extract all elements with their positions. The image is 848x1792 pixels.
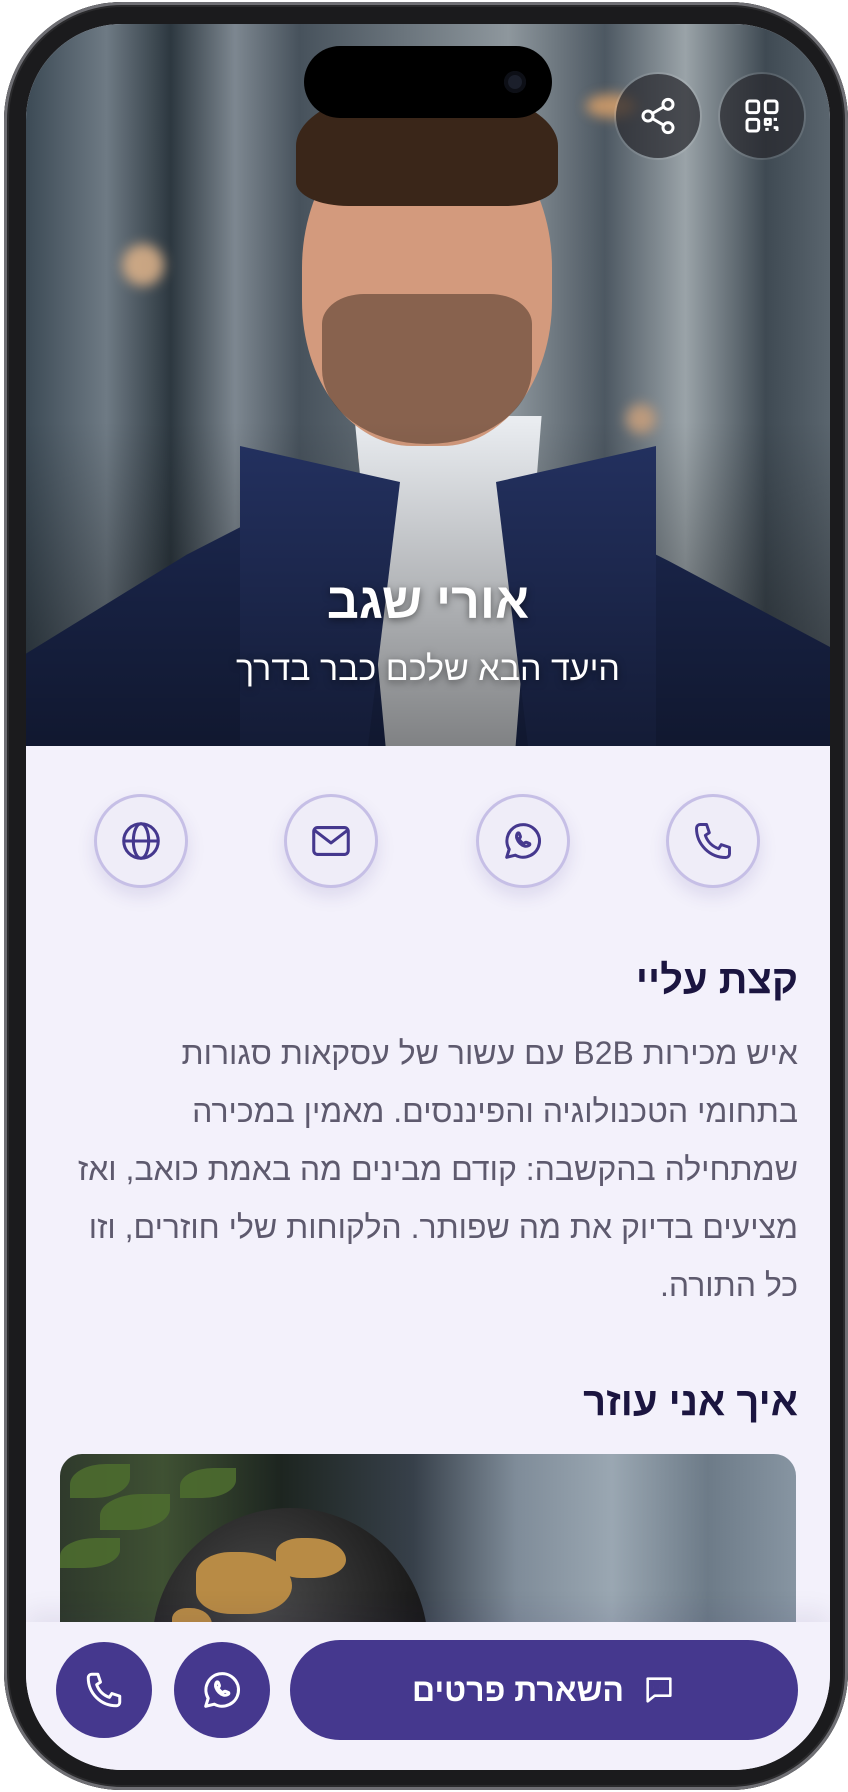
website-button[interactable] [94, 794, 188, 888]
message-icon [646, 1677, 672, 1703]
camera-icon [504, 71, 526, 93]
globe-landmass [276, 1538, 346, 1578]
contact-buttons-row [26, 794, 830, 890]
mail-icon [312, 826, 350, 856]
about-title: קצת עליי [635, 958, 798, 1002]
qr-code-button[interactable] [720, 74, 804, 158]
globe-icon [122, 822, 160, 860]
profile-tagline: היעד הבא שלכם כבר בדרך [236, 650, 620, 688]
share-button[interactable] [616, 74, 700, 158]
phone-frame: אורי שגב היעד הבא שלכם כבר בדרך קצת עליי… [4, 2, 848, 1790]
screen: אורי שגב היעד הבא שלכם כבר בדרך קצת עליי… [26, 24, 830, 1770]
dynamic-island [304, 46, 552, 118]
bottom-phone-button[interactable] [56, 1642, 152, 1738]
help-title: איך אני עוזר [583, 1380, 798, 1424]
leave-details-label: השארת פרטים [412, 1671, 624, 1708]
service-card-image[interactable] [60, 1454, 796, 1634]
phone-icon [86, 1672, 122, 1708]
leave-details-button[interactable]: השארת פרטים [290, 1640, 798, 1740]
plant-leaf [60, 1538, 120, 1568]
whatsapp-button[interactable] [476, 794, 570, 888]
whatsapp-icon [505, 823, 542, 859]
plant-leaf [100, 1494, 170, 1530]
bottom-whatsapp-button[interactable] [174, 1642, 270, 1738]
about-text: איש מכירות B2B עם עשור של עסקאות סגורות … [77, 1035, 798, 1303]
phone-button[interactable] [666, 794, 760, 888]
whatsapp-icon [204, 1672, 241, 1708]
profile-name: אורי שגב [326, 573, 530, 629]
share-icon [641, 97, 675, 135]
plant-leaf [180, 1468, 236, 1498]
email-button[interactable] [284, 794, 378, 888]
hero-gradient [26, 24, 830, 746]
plant-leaf [70, 1464, 130, 1498]
qr-code-icon [745, 99, 779, 133]
phone-icon [695, 823, 731, 859]
globe-image [152, 1508, 428, 1634]
hero-image: אורי שגב היעד הבא שלכם כבר בדרך [26, 24, 830, 746]
